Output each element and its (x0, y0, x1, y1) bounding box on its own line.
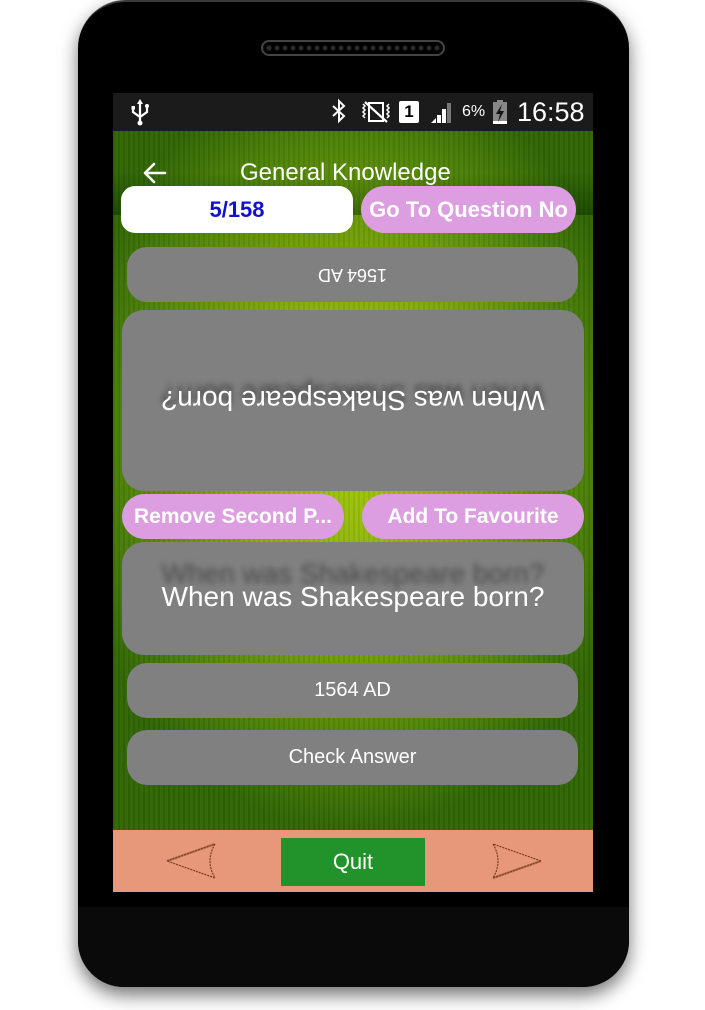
go-to-question-button[interactable]: Go To Question No (361, 186, 576, 233)
app-body: General Knowledge 5/158 Go To Question N… (113, 131, 593, 830)
vibrate-off-icon (360, 93, 392, 131)
arrow-left-icon[interactable] (139, 157, 171, 189)
signal-icon (429, 93, 453, 131)
speaker-grille (261, 40, 445, 56)
clock: 16:58 (517, 97, 585, 127)
status-bar: 1 6% 16:58 (113, 93, 593, 131)
question-card: When was Shakespeare born? When was Shak… (122, 542, 584, 655)
page-title: General Knowledge (240, 159, 451, 186)
bluetooth-icon (330, 93, 348, 131)
check-answer-button[interactable]: Check Answer (127, 730, 578, 785)
answer-flipped: 1564 AD (127, 247, 578, 302)
usb-icon (129, 93, 151, 131)
sim-icon: 1 (399, 101, 419, 123)
screen: 1 6% 16:58 General Knowledge 5/158 Go To… (113, 93, 593, 892)
battery-percent: 6% (462, 103, 486, 120)
battery-charging-icon (491, 93, 509, 131)
quit-button[interactable]: Quit (281, 838, 425, 886)
arrow-next-icon[interactable] (487, 840, 543, 882)
question-flipped: When was Shakespeare born? (122, 310, 584, 491)
question-text: When was Shakespeare born? (161, 580, 545, 612)
question-flipped-text: When was Shakespeare born? (161, 385, 545, 417)
remove-second-button[interactable]: Remove Second P... (122, 494, 344, 539)
add-to-favourite-button[interactable]: Add To Favourite (362, 494, 584, 539)
phone-chin (78, 907, 629, 987)
bottom-bar: Quit (113, 830, 593, 892)
arrow-prev-icon[interactable] (165, 840, 221, 882)
answer-text: 1564 AD (127, 663, 578, 718)
question-counter: 5/158 (121, 186, 353, 233)
